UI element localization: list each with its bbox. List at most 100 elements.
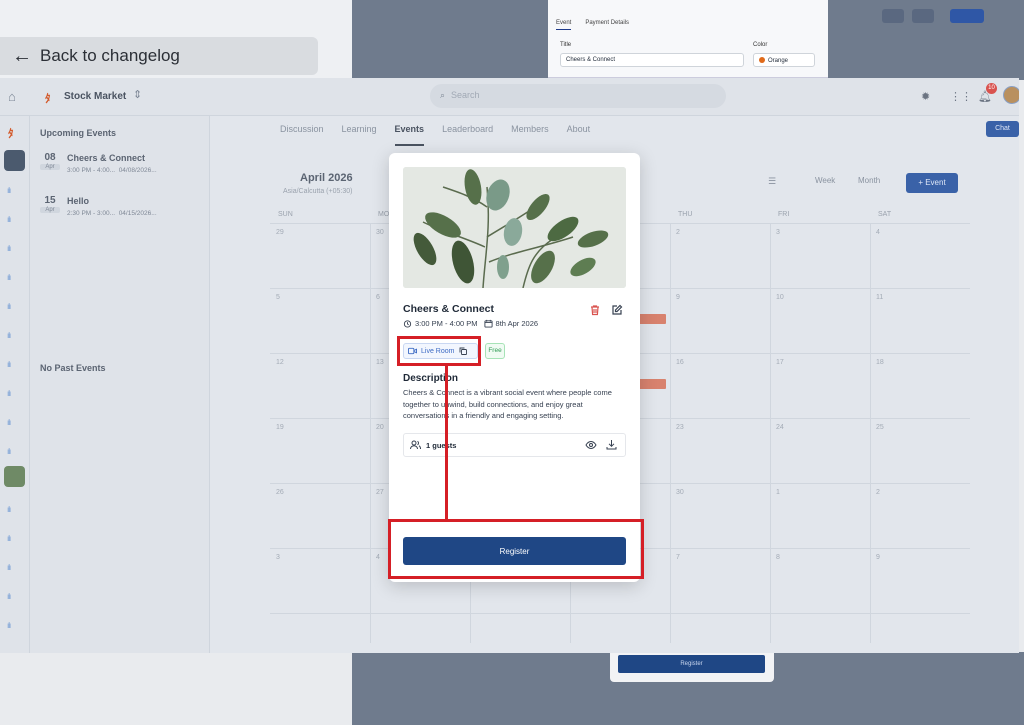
switch-community-icon[interactable]: ⇕ xyxy=(133,88,142,101)
calendar-day-number[interactable]: 10 xyxy=(776,294,784,301)
calendar-day-number[interactable]: 17 xyxy=(776,359,784,366)
rail-logo-icon[interactable]: ﾀ xyxy=(8,125,14,141)
calendar-day-number[interactable]: 11 xyxy=(876,294,883,301)
calendar-day-number[interactable]: 8 xyxy=(776,554,780,561)
search-placeholder: Search xyxy=(451,90,480,100)
rail-community-icon[interactable]: ılı xyxy=(7,621,23,631)
week-view-button[interactable]: Week xyxy=(815,176,835,185)
price-badge: Free xyxy=(485,343,505,359)
search-input[interactable]: ⌕ Search xyxy=(430,84,726,108)
background-event-form: Event Payment Details Title Cheers & Con… xyxy=(548,0,828,78)
bg-color-field: Orange xyxy=(753,53,815,67)
trash-icon[interactable] xyxy=(589,303,601,316)
download-icon[interactable] xyxy=(606,439,617,450)
description-text: Cheers & Connect is a vibrant social eve… xyxy=(403,388,612,420)
calendar-day-number[interactable]: 20 xyxy=(376,424,384,431)
calendar-day-number[interactable]: 19 xyxy=(276,424,284,431)
upcoming-event-item[interactable]: 08 Apr Cheers & Connect 3:00 PM - 4:00..… xyxy=(40,152,205,186)
calendar-day-number[interactable]: 9 xyxy=(876,554,880,561)
background-overlay-left xyxy=(352,0,548,80)
rail-community-thumb[interactable] xyxy=(4,466,25,487)
rail-community-icon[interactable]: ılı xyxy=(7,563,23,573)
user-avatar[interactable] xyxy=(1003,86,1019,104)
rail-community-icon[interactable]: ılı xyxy=(7,360,23,370)
calendar-icon xyxy=(483,319,493,328)
rail-community-icon[interactable]: ılı xyxy=(7,447,23,457)
rail-community-icon[interactable]: ılı xyxy=(7,302,23,312)
bg-register-button: Register xyxy=(618,655,765,673)
theme-icon[interactable]: ✹ xyxy=(921,90,930,103)
calendar-day-number[interactable]: 24 xyxy=(776,424,784,431)
background-overlay-right xyxy=(827,0,1024,80)
calendar-day-number[interactable]: 4 xyxy=(876,229,880,236)
chat-button[interactable]: Chat xyxy=(986,121,1019,137)
event-title: Cheers & Connect xyxy=(67,153,146,163)
tab-about[interactable]: About xyxy=(567,124,591,146)
calendar-day-number[interactable]: 25 xyxy=(876,424,884,431)
event-date: 04/08/2026... xyxy=(118,167,157,174)
rail-community-icon[interactable]: ılı xyxy=(7,505,23,515)
calendar-day-number[interactable]: 29 xyxy=(276,229,284,236)
calendar-day-number[interactable]: 5 xyxy=(276,294,280,301)
calendar-day-number[interactable]: 27 xyxy=(376,489,384,496)
event-detail-modal: Cheers & Connect 3:00 PM - 4:00 PM 8th A… xyxy=(389,153,640,582)
rail-community-icon[interactable]: ılı xyxy=(7,186,23,196)
event-time-range: 3:00 PM - 4:00... xyxy=(67,167,116,174)
community-name[interactable]: Stock Market xyxy=(64,91,126,102)
rail-community-icon[interactable]: ılı xyxy=(7,331,23,341)
background-register-card: Register xyxy=(610,650,774,682)
calendar-day-number[interactable]: 18 xyxy=(876,359,884,366)
tab-discussion[interactable]: Discussion xyxy=(280,124,324,146)
calendar-day-number[interactable]: 13 xyxy=(376,359,384,366)
event-month: Apr xyxy=(40,164,60,170)
month-view-button[interactable]: Month xyxy=(858,176,880,185)
calendar-day-number[interactable]: 26 xyxy=(276,489,284,496)
home-icon[interactable]: ⌂ xyxy=(8,89,22,104)
calendar-day-number[interactable]: 7 xyxy=(676,554,680,561)
rail-community-thumb[interactable] xyxy=(4,150,25,171)
apps-grid-icon[interactable]: ⋮⋮ xyxy=(950,90,972,103)
back-to-changelog-link[interactable]: ← Back to changelog xyxy=(0,37,318,75)
rail-community-icon[interactable]: ılı xyxy=(7,534,23,544)
tab-learning[interactable]: Learning xyxy=(342,124,377,146)
add-event-button[interactable]: + Event xyxy=(906,173,958,193)
event-title: Cheers & Connect xyxy=(403,303,495,315)
calendar-day-number[interactable]: 9 xyxy=(676,294,680,301)
event-cover-image xyxy=(403,167,626,288)
calendar-day-number[interactable]: 3 xyxy=(276,554,280,561)
event-time: 3:00 PM - 4:00... 04/08/2026... xyxy=(67,167,157,174)
rail-community-icon[interactable]: ılı xyxy=(7,592,23,602)
calendar-day-number[interactable]: 2 xyxy=(876,489,880,496)
calendar-day-number[interactable]: 4 xyxy=(376,554,380,561)
list-view-icon[interactable]: ☰ xyxy=(768,176,786,190)
rail-community-icon[interactable]: ılı xyxy=(7,389,23,399)
past-events-heading: No Past Events xyxy=(40,363,106,373)
tab-events[interactable]: Events xyxy=(394,124,425,146)
rail-community-icon[interactable]: ılı xyxy=(7,418,23,428)
event-day: 15 xyxy=(44,195,56,206)
event-date-chip: 08 Apr xyxy=(40,152,60,170)
bg-color-value: Orange xyxy=(768,58,789,64)
edit-icon[interactable] xyxy=(611,303,623,315)
eye-icon[interactable] xyxy=(585,440,597,450)
upcoming-event-item[interactable]: 15 Apr Hello 2:30 PM - 3:00... 04/15/202… xyxy=(40,195,205,229)
calendar-day-number[interactable]: 16 xyxy=(676,359,684,366)
rail-community-icon[interactable]: ılı xyxy=(7,244,23,254)
calendar-day-number[interactable]: 6 xyxy=(376,294,380,301)
rail-community-icon[interactable]: ılı xyxy=(7,273,23,283)
calendar-day-number[interactable]: 23 xyxy=(676,424,684,431)
top-bar: ⌂ ﾀ Stock Market ⇕ ⌕ Search ✹ ⋮⋮ 🔔︎ 10 xyxy=(0,78,1019,116)
orange-dot-icon xyxy=(759,57,765,63)
calendar-day-number[interactable]: 2 xyxy=(676,229,680,236)
tab-members[interactable]: Members xyxy=(511,124,549,146)
calendar-day-number[interactable]: 30 xyxy=(376,229,384,236)
calendar-day-number[interactable]: 3 xyxy=(776,229,780,236)
calendar-column-line xyxy=(770,223,771,643)
calendar-day-number[interactable]: 12 xyxy=(276,359,284,366)
calendar-day-number[interactable]: 1 xyxy=(776,489,780,496)
tab-leaderboard[interactable]: Leaderboard xyxy=(442,124,493,146)
event-time: 2:30 PM - 3:00... 04/15/2026... xyxy=(67,210,157,217)
calendar-day-number[interactable]: 30 xyxy=(676,489,684,496)
event-time: 3:00 PM - 4:00 PM xyxy=(415,319,478,328)
rail-community-icon[interactable]: ılı xyxy=(7,215,23,225)
